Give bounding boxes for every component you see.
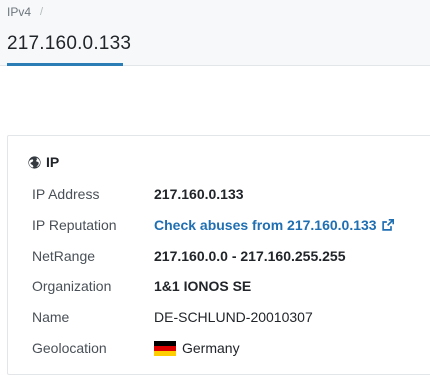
page-title: 217.160.0.133 [7, 33, 132, 54]
title-underline [7, 63, 123, 66]
breadcrumb-item-ipv4[interactable]: IPv4 [7, 5, 31, 19]
row-ip-address: IP Address 217.160.0.133 [32, 182, 244, 206]
check-abuses-link[interactable]: Check abuses from 217.160.0.133 [154, 217, 394, 233]
ip-info-card: IP IP Address 217.160.0.133 IP Reputatio… [7, 135, 430, 375]
name-value: DE-SCHLUND-20010307 [154, 309, 313, 325]
row-organization: Organization 1&1 IONOS SE [32, 274, 251, 298]
geolocation-label: Geolocation [32, 340, 107, 356]
row-netrange: NetRange 217.160.0.0 - 217.160.255.255 [32, 244, 346, 268]
card-title-text: IP [46, 154, 60, 170]
netrange-value: 217.160.0.0 - 217.160.255.255 [154, 248, 346, 264]
card-title: IP [28, 154, 59, 170]
germany-flag-icon [154, 340, 176, 356]
geolocation-value: Germany [154, 340, 240, 356]
external-link-icon[interactable] [381, 219, 394, 231]
check-abuses-link-text[interactable]: Check abuses from 217.160.0.133 [154, 217, 377, 233]
row-name: Name DE-SCHLUND-20010307 [32, 305, 313, 329]
netrange-label: NetRange [32, 248, 96, 264]
organization-value: 1&1 IONOS SE [154, 278, 252, 294]
ip-reputation-label: IP Reputation [32, 217, 117, 233]
organization-label: Organization [32, 278, 112, 294]
ip-address-label: IP Address [32, 186, 100, 202]
geolocation-country: Germany [182, 340, 240, 356]
name-label: Name [32, 309, 70, 325]
breadcrumb-separator: / [40, 6, 44, 18]
globe-icon [28, 155, 41, 169]
row-geolocation: Geolocation Germany [32, 336, 240, 360]
breadcrumb: IPv4 / [7, 5, 43, 19]
page-header: IPv4 / 217.160.0.133 [0, 0, 430, 66]
row-ip-reputation: IP Reputation Check abuses from 217.160.… [32, 213, 394, 237]
ip-address-value: 217.160.0.133 [154, 186, 244, 202]
